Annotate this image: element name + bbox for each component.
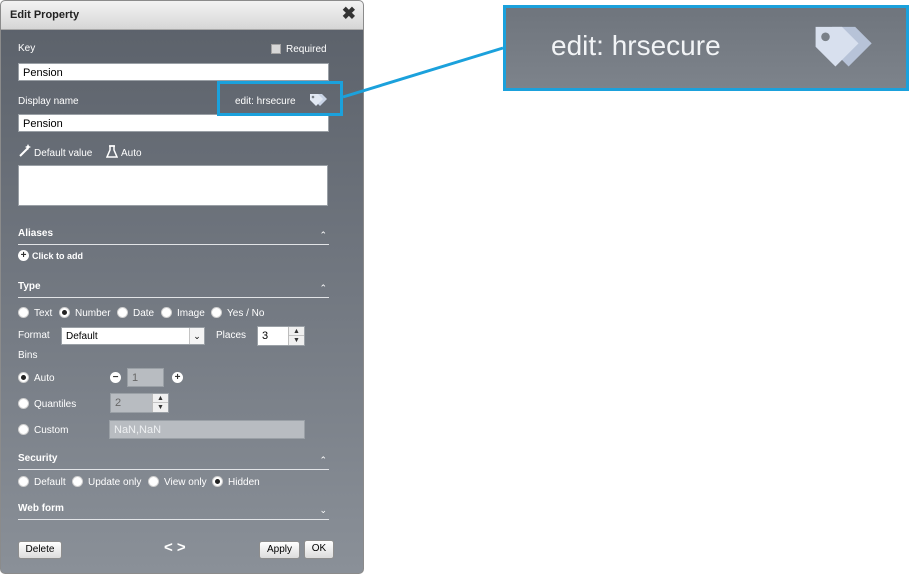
tags-icon <box>815 26 872 67</box>
zoom-edit-tag-label: edit: hrsecure <box>551 30 721 61</box>
zoom-callout: edit: hrsecure <box>503 5 909 91</box>
